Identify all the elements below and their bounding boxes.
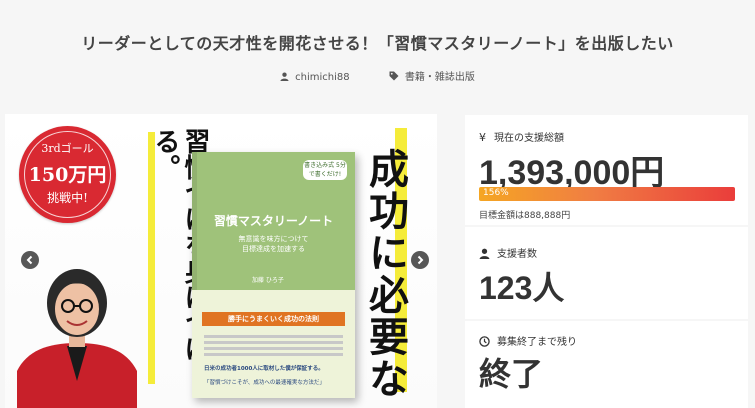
- author-name: chimichi88: [295, 72, 350, 83]
- chevron-right-icon: [417, 255, 424, 265]
- book-cover: 書き込み式 5分で書くだけ! 習慣マスタリーノート 無意識を味方につけて 目標達…: [192, 152, 355, 398]
- yen-icon: ¥: [479, 131, 486, 144]
- badge-goal-amount: 150万円: [28, 164, 107, 186]
- author-link[interactable]: chimichi88: [280, 72, 350, 83]
- book-promo-1: 日米の成功者1000人に取材した僕が保証する。: [204, 366, 324, 372]
- supporters-label: 支援者数: [479, 245, 537, 260]
- carousel-prev-button[interactable]: [21, 251, 39, 269]
- user-icon: [479, 248, 490, 259]
- book-promo-2: 「習慣づけこそが、成功への最速確実な方法だ」: [204, 380, 325, 386]
- time-remaining-label: 募集終了まで残り: [479, 333, 577, 348]
- time-remaining-value: 終了: [479, 356, 544, 392]
- category-name: 書籍・雑誌出版: [404, 72, 475, 83]
- badge-goal-label: 3rdゴール: [41, 142, 94, 155]
- goal-badge: 3rdゴール 150万円 挑戦中!: [19, 126, 116, 223]
- time-remaining-card: 募集終了まで残り 終了: [465, 321, 748, 408]
- chevron-left-icon: [26, 255, 33, 265]
- goal-amount: 目標金額は888,888円: [479, 211, 571, 221]
- book-band: 勝手にうまくいく成功の法則: [202, 312, 345, 326]
- tag-icon: [389, 71, 399, 81]
- supporters-card: 支援者数 123人: [465, 227, 748, 319]
- progress-percent: 156%: [483, 188, 509, 198]
- book-author: 加藤 ひろ子: [252, 277, 284, 284]
- project-image-carousel[interactable]: 3rdゴール 150万円 挑戦中! 習慣づけを身につける。 書き込み式 5分で書…: [5, 114, 437, 408]
- user-icon: [280, 72, 289, 81]
- book-subtitle: 無意識を味方につけて 目標達成を加速する: [238, 235, 309, 253]
- badge-goal-status: 挑戦中!: [47, 191, 88, 205]
- carousel-next-button[interactable]: [411, 251, 429, 269]
- funding-card: ¥ 現在の支援総額 1,393,000円 156% 目標金額は888,888円: [465, 115, 748, 225]
- funding-label: ¥ 現在の支援総額: [479, 131, 564, 144]
- vertical-copy-right: 成功に必要な: [362, 148, 409, 400]
- clock-icon: [479, 336, 490, 347]
- book-tag: 書き込み式 5分で書くだけ!: [303, 160, 347, 180]
- book-title: 習慣マスタリーノート: [213, 214, 334, 228]
- project-meta: chimichi88 書籍・雑誌出版: [0, 68, 755, 83]
- page-title: リーダーとしての天才性を開花させる！「習慣マスタリーノート」を出版したい: [81, 34, 674, 53]
- book-text-lines: [204, 332, 343, 359]
- author-portrait: [17, 269, 137, 408]
- category-link[interactable]: 書籍・雑誌出版: [389, 68, 475, 83]
- progress-bar: 156%: [479, 187, 735, 201]
- supporters-count: 123人: [479, 270, 565, 306]
